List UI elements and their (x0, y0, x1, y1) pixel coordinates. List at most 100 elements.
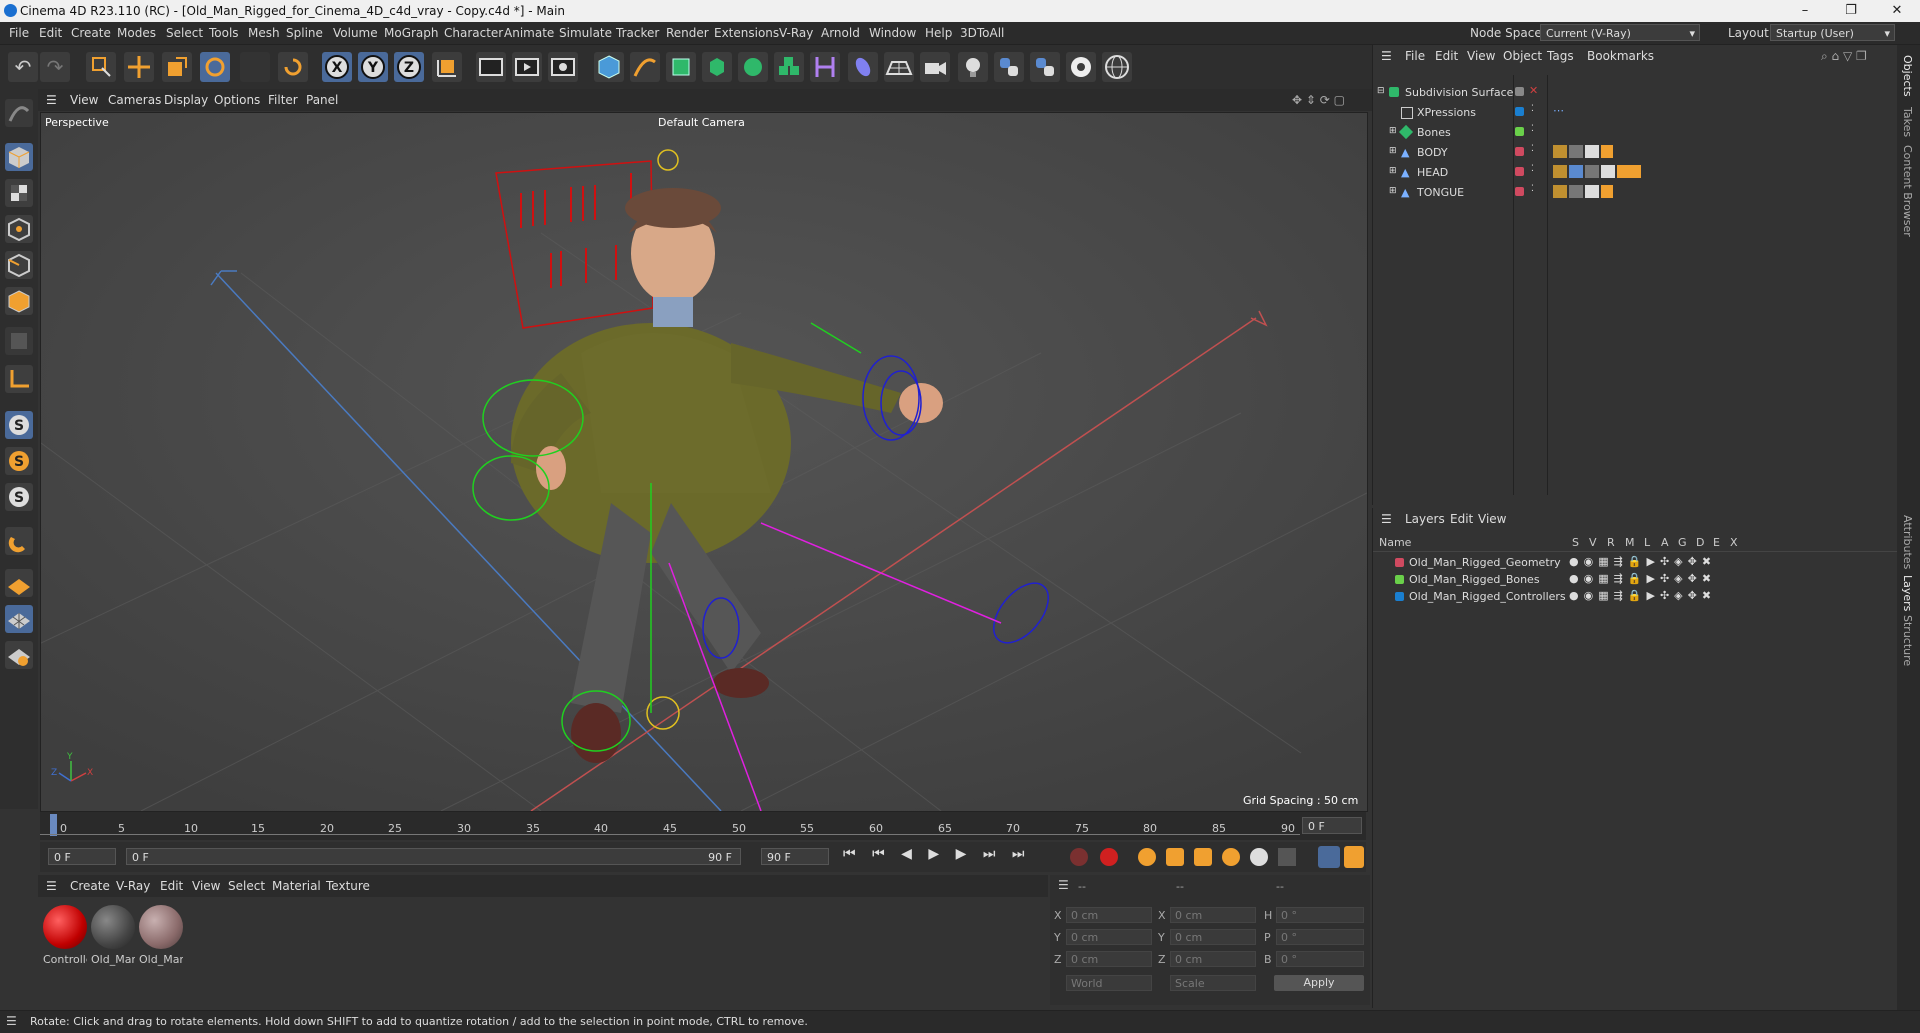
object-menu-bookmarks[interactable]: Bookmarks (1587, 49, 1654, 63)
layer-row[interactable]: Old_Man_Rigged_Controllers ●◉▦⇶🔒▶✣◈✥✖ (1373, 588, 1898, 605)
material-tags-icon[interactable] (1553, 145, 1613, 158)
material-menu-vray[interactable]: V-Ray (116, 879, 150, 893)
key-scale-icon[interactable] (1194, 848, 1212, 866)
timeline-settings-icon[interactable] (1318, 846, 1340, 868)
tab-structure[interactable]: Structure (1901, 615, 1914, 666)
menu-help[interactable]: Help (925, 26, 952, 40)
current-frame-field[interactable]: 0 F (1302, 817, 1362, 834)
visibility-dots-icon[interactable]: ⁚ (1531, 124, 1534, 134)
object-menu-view[interactable]: View (1467, 49, 1495, 63)
expand-icon[interactable]: ⊞ (1389, 166, 1397, 176)
object-row[interactable]: ⊞ ▲ TONGUE ⁚ (1373, 183, 1898, 203)
viewport-menu-display[interactable]: Display (164, 93, 208, 107)
object-menu-edit[interactable]: Edit (1435, 49, 1458, 63)
viewport-menu-cameras[interactable]: Cameras (108, 93, 161, 107)
rotate-icon[interactable] (200, 52, 230, 82)
menu-window[interactable]: Window (869, 26, 916, 40)
point-mode-icon[interactable] (5, 215, 33, 243)
tab-objects[interactable]: Objects (1901, 55, 1914, 97)
go-to-end-icon[interactable]: ⏭ (1012, 846, 1025, 862)
undo-icon[interactable]: ↶ (8, 52, 38, 82)
rotation-b-field[interactable]: 0 ° (1276, 951, 1364, 967)
menu-tools[interactable]: Tools (209, 26, 239, 40)
layout-select[interactable]: Startup (User) ▾ (1770, 24, 1895, 41)
material-menu-texture[interactable]: Texture (326, 879, 370, 893)
menu-volume[interactable]: Volume (333, 26, 378, 40)
expand-icon[interactable]: ⊞ (1389, 126, 1397, 136)
material-tags-icon[interactable] (1553, 165, 1641, 178)
key-parameter-icon[interactable] (1250, 848, 1268, 866)
close-button[interactable]: ✕ (1874, 0, 1920, 22)
menu-mograph[interactable]: MoGraph (384, 26, 439, 40)
deformer-icon[interactable] (810, 52, 840, 82)
rotate-alt-icon[interactable] (278, 52, 308, 82)
object-menu-tags[interactable]: Tags (1547, 49, 1574, 63)
quantize-icon[interactable] (5, 641, 33, 669)
menu-arnold[interactable]: Arnold (821, 26, 860, 40)
material-tags-icon[interactable] (1553, 185, 1613, 198)
xpresso-tag-icon[interactable]: ⋯ (1553, 104, 1564, 117)
material-menu-create[interactable]: Create (70, 879, 110, 893)
extrude-icon[interactable] (702, 52, 732, 82)
cube-icon[interactable] (594, 52, 624, 82)
expand-icon[interactable]: ⊟ (1377, 86, 1385, 96)
next-frame-icon[interactable]: ▶ (956, 846, 967, 862)
render-settings-icon[interactable] (548, 52, 578, 82)
material-item[interactable]: Old_Mar (90, 897, 136, 997)
camera-icon[interactable] (920, 52, 950, 82)
timeline-window-icon[interactable] (1344, 846, 1364, 868)
move-icon[interactable] (124, 52, 154, 82)
menu-extensions[interactable]: Extensions (714, 26, 779, 40)
y-axis-icon[interactable]: Y (358, 52, 388, 82)
menu-mesh[interactable]: Mesh (248, 26, 280, 40)
menu-character[interactable]: Character (444, 26, 503, 40)
live-selection-icon[interactable] (86, 52, 116, 82)
layer-col-deformers[interactable]: D (1696, 536, 1704, 549)
subdivision-icon[interactable] (666, 52, 696, 82)
material-menu-select[interactable]: Select (228, 879, 265, 893)
world-select[interactable]: World (1066, 975, 1152, 991)
layer-row[interactable]: Old_Man_Rigged_Bones ●◉▦⇶🔒▶✣◈✥✖ (1373, 571, 1898, 588)
layer-col-generators[interactable]: G (1678, 536, 1687, 549)
object-search-icon[interactable]: ⌕ ⌂ ▽ ❐ (1821, 49, 1867, 64)
layer-col-xref[interactable]: X (1730, 536, 1738, 549)
uv-mode-icon[interactable] (5, 327, 33, 355)
autokey-icon[interactable] (1100, 848, 1118, 866)
menu-tracker[interactable]: Tracker (616, 26, 659, 40)
scale-select[interactable]: Scale (1170, 975, 1256, 991)
viewport-menu-panel[interactable]: Panel (306, 93, 338, 107)
layer-toggle-icons[interactable]: ●◉▦⇶🔒▶✣◈✥✖ (1569, 589, 1716, 602)
rotation-p-field[interactable]: 0 ° (1276, 929, 1364, 945)
tab-attributes[interactable]: Attributes (1901, 515, 1914, 569)
snap-icon[interactable]: S (5, 411, 33, 439)
size-z-field[interactable]: 0 cm (1170, 951, 1256, 967)
layer-menu-edit[interactable]: Edit (1450, 512, 1473, 526)
viewport-nav-icons[interactable]: ✥ ⇕ ⟳ ▢ (1292, 93, 1345, 107)
rotation-h-field[interactable]: 0 ° (1276, 907, 1364, 923)
timeline-ruler[interactable]: 0 5 10 15 20 25 30 35 40 45 50 55 60 65 … (40, 812, 1366, 840)
start-frame-field[interactable]: 0 F (48, 848, 116, 865)
menu-select[interactable]: Select (166, 26, 203, 40)
status-menu-icon[interactable]: ☰ (6, 1014, 17, 1028)
menu-vray[interactable]: V-Ray (779, 26, 813, 40)
model-mode-icon[interactable] (5, 143, 33, 171)
end-frame-field[interactable]: 90 F (761, 848, 829, 865)
key-pla-icon[interactable] (1278, 848, 1296, 866)
go-to-start-icon[interactable]: ⏮ (843, 846, 856, 862)
layer-col-render[interactable]: R (1607, 536, 1615, 549)
menu-file[interactable]: File (9, 26, 29, 40)
visibility-check-icon[interactable]: ✕ (1529, 84, 1538, 97)
key-rotation-icon[interactable] (1222, 848, 1240, 866)
snap-alt-icon[interactable]: S (5, 483, 33, 511)
menu-3dtoall[interactable]: 3DToAll (960, 26, 1004, 40)
texture-mode-icon[interactable] (5, 179, 33, 207)
material-menu-view[interactable]: View (192, 879, 220, 893)
viewport-camera[interactable]: Default Camera (658, 116, 745, 129)
menu-simulate[interactable]: Simulate (559, 26, 612, 40)
material-menu-material[interactable]: Material (272, 879, 321, 893)
expand-icon[interactable]: ⊞ (1389, 186, 1397, 196)
position-x-field[interactable]: 0 cm (1066, 907, 1152, 923)
floor-icon[interactable] (884, 52, 914, 82)
expand-icon[interactable]: ⊞ (1389, 146, 1397, 156)
menu-create[interactable]: Create (71, 26, 111, 40)
